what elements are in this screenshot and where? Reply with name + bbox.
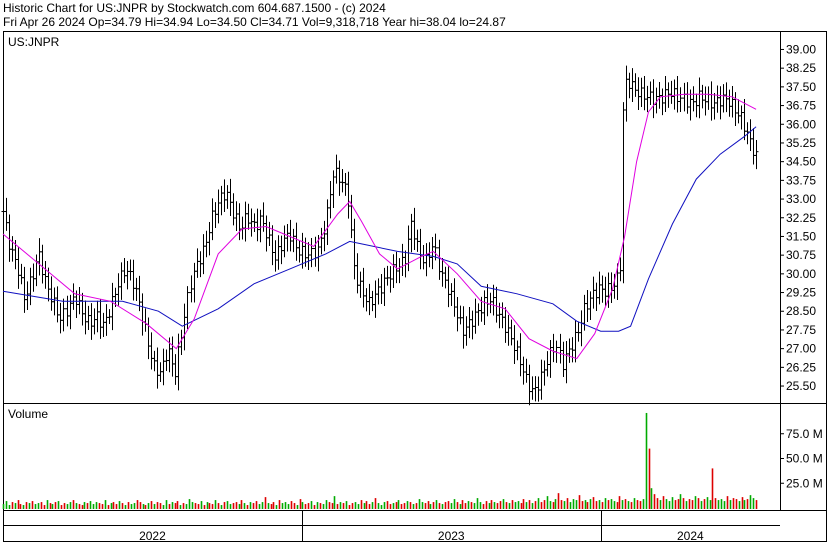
price-tick-label: 30.75 [786,248,816,262]
price-tick-label: 31.50 [786,229,816,243]
price-tick-label: 36.00 [786,117,816,131]
year-label: 2024 [677,529,704,543]
volume-axis: 75.0 M 50.0 M 25.0 M [780,427,823,490]
price-panel-title: US:JNPR [8,35,60,49]
volume-tick-label: 50.0 M [786,452,823,466]
price-tick-label: 28.50 [786,304,816,318]
price-tick-label: 39.00 [786,42,816,56]
stock-chart: US:JNPR 39.00 38.25 37.50 36.75 36.00 35.25 34… [1,31,827,543]
volume-bars [2,412,758,509]
price-tick-label: 36.75 [786,99,816,113]
time-axis: 2022 2023 2024 [139,510,704,543]
price-tick-label: 27.75 [786,323,816,337]
year-label: 2023 [438,529,465,543]
volume-tick-label: 25.0 M [786,476,823,490]
price-tick-label: 25.50 [786,379,816,393]
price-tick-label: 32.25 [786,211,816,225]
price-tick-label: 33.75 [786,173,816,187]
price-tick-label: 33.00 [786,192,816,206]
price-tick-label: 26.25 [786,360,816,374]
price-bars [1,65,759,406]
volume-tick-label: 75.0 M [786,427,823,441]
year-label: 2022 [139,529,166,543]
price-tick-label: 34.50 [786,155,816,169]
outer-border [3,31,827,542]
price-axis: 39.00 38.25 37.50 36.75 36.00 35.25 34.50 33.75… [780,42,816,393]
price-tick-label: 27.00 [786,342,816,356]
volume-panel-title: Volume [8,407,48,421]
chart-frame [3,31,827,542]
price-tick-label: 38.25 [786,61,816,75]
price-tick-label: 35.25 [786,136,816,150]
short-moving-average-line [2,93,757,360]
price-tick-label: 29.25 [786,286,816,300]
price-tick-label: 37.50 [786,80,816,94]
price-tick-label: 30.00 [786,267,816,281]
